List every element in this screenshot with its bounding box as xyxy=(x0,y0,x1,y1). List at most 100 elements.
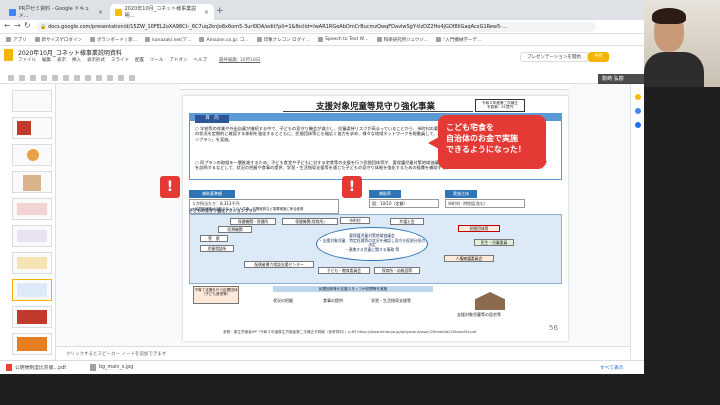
diagram-node: 警 察 xyxy=(200,235,228,242)
bookmark-item[interactable]: "入門機械学ーデ… xyxy=(436,37,481,43)
forward-icon[interactable]: → xyxy=(14,21,21,30)
slide-thumbnail[interactable]: 12 xyxy=(12,171,52,193)
url-text: docs.google.com/presentation/d/15ZW_10FE… xyxy=(48,24,508,30)
image-icon[interactable] xyxy=(96,74,102,81)
comment-icon[interactable] xyxy=(129,74,135,81)
textbox-icon[interactable] xyxy=(85,74,91,81)
purpose-label: 目 的 xyxy=(195,115,229,123)
download-item[interactable]: bg_main_s.jpg xyxy=(90,364,133,371)
slides-logo-icon[interactable] xyxy=(4,49,13,61)
slide-footer: 参照：厚生労働省HP「令和２年度厚生労働省第二次補正予算案（参考資料）」p.65… xyxy=(223,330,477,334)
bookmarks-bar: アプリ 新サイズゲロダイン ポランボード | 新… kanazaki.net/ア… xyxy=(0,34,720,46)
bookmark-icon xyxy=(318,37,324,42)
bookmark-icon xyxy=(34,37,40,42)
implementer-value: 市町村（特別区含む） xyxy=(445,199,525,208)
center-node: 要保護児童対策地域協議会 ・支援対象児童、特定妊婦等の状況を確認し見守る役割分担… xyxy=(316,227,428,261)
bookmark-item[interactable]: 印象ナレコン ログイ… xyxy=(256,37,310,43)
add-icon[interactable] xyxy=(8,74,14,81)
bookmark-item[interactable]: 新サイズゲロダイン xyxy=(34,37,82,43)
slide-thumbnail[interactable]: 9 xyxy=(12,90,52,112)
house-icon xyxy=(475,292,505,310)
back-icon[interactable]: ← xyxy=(4,21,11,30)
diagram-node: 医療機関 xyxy=(218,226,252,233)
tab-google-doc[interactable]: PR戸ゼミ資料 - Google ドキュメ… × xyxy=(4,4,108,20)
speaker-notes[interactable]: クリックするとスピーカー ノートを追加できます xyxy=(56,346,630,360)
slide-thumbnail-selected[interactable]: 16 xyxy=(12,279,52,301)
bottom-item: 学習・生活指導支援等 xyxy=(371,298,411,303)
close-icon[interactable]: × xyxy=(98,9,103,16)
tasks-icon[interactable] xyxy=(635,108,641,114)
tab-slides[interactable]: 2020年10月_コネット様事業説明… × xyxy=(110,4,214,20)
diagram-node: 市町村 xyxy=(340,217,370,224)
undo-icon[interactable] xyxy=(19,74,25,81)
bookmark-item[interactable]: Amazon.co.jp: コ… xyxy=(199,37,249,43)
bottom-item: 食事の提供 xyxy=(323,298,343,303)
menu-format[interactable]: 表示形式 xyxy=(87,57,105,63)
new-tab-button[interactable]: + xyxy=(216,6,224,16)
menu-edit[interactable]: 編集 xyxy=(42,57,51,63)
calendar-icon[interactable] xyxy=(635,122,641,128)
bottom-arrow-label: 民間団体等の支援スタッフが訪問等を実施 xyxy=(273,286,433,292)
menu-help[interactable]: ヘルプ xyxy=(194,57,208,63)
bookmark-icon xyxy=(89,37,95,42)
menu-insert[interactable]: 挿入 xyxy=(72,57,81,63)
diagram-node: 民生・児童委員 xyxy=(474,239,514,246)
reload-icon[interactable]: ↻ xyxy=(24,21,31,30)
alert-icon: ! xyxy=(342,176,362,198)
menu-file[interactable]: ファイル xyxy=(18,57,36,63)
menu-view[interactable]: 表示 xyxy=(57,57,66,63)
diagram-node: 弁護士会 xyxy=(390,218,424,225)
zoom-icon[interactable] xyxy=(63,74,69,81)
subsidy-label: 補助基準額 xyxy=(189,190,235,198)
ruler xyxy=(180,84,570,90)
slide-thumbnail[interactable]: 11 xyxy=(12,144,52,166)
bottom-item: 支援対象児童等の居宅等 xyxy=(457,312,501,317)
slide-thumbnail[interactable]: 15 xyxy=(12,252,52,274)
slide-thumbnail[interactable]: 14 xyxy=(12,225,52,247)
download-item[interactable]: 公明党制度比京版…pdf xyxy=(6,364,66,371)
menu-tools[interactable]: ツール xyxy=(150,57,164,63)
select-icon[interactable] xyxy=(74,74,80,81)
bookmark-item[interactable]: ポランボード | 新… xyxy=(89,37,137,43)
print-icon[interactable] xyxy=(41,74,47,81)
side-panel-rail xyxy=(630,84,644,360)
present-button[interactable]: プレゼンテーションを開始 xyxy=(520,52,588,62)
diagram-node: 民間団体等 xyxy=(458,225,500,232)
letterbox-bar xyxy=(0,374,720,405)
browser-tab-strip: PR戸ゼミ資料 - Google ドキュメ… × 2020年10月_コネット様事… xyxy=(0,0,720,20)
menu-arrange[interactable]: 配置 xyxy=(135,57,144,63)
thumbnail-image xyxy=(27,149,39,161)
line-icon[interactable] xyxy=(118,74,124,81)
slide-thumbnail[interactable]: 10 xyxy=(12,117,52,139)
bookmark-item[interactable]: Speech to Text W… xyxy=(318,37,369,42)
last-edit-link[interactable]: 最終編集: 10月18日 xyxy=(219,57,260,63)
diagram-node: 保健機関(保育所) xyxy=(282,218,338,225)
url-input[interactable]: 🔒 docs.google.com/presentation/d/15ZW_10… xyxy=(36,22,596,32)
slide-thumbnail[interactable]: 13 xyxy=(12,198,52,220)
redo-icon[interactable] xyxy=(30,74,36,81)
diagram-node: 児童相談所 xyxy=(200,245,234,252)
bookmark-item[interactable]: kanazaki.net/ア… xyxy=(145,37,191,43)
title-underline xyxy=(283,111,473,112)
slide-thumbnail[interactable]: 18 xyxy=(12,333,52,355)
amazon-icon xyxy=(199,37,205,42)
slide-thumbnail[interactable]: 17 xyxy=(12,306,52,328)
bookmark-item[interactable]: アプリ xyxy=(6,37,27,43)
keep-icon[interactable] xyxy=(635,94,641,100)
document-title[interactable]: 2020年10月_コネット様事業説明資料 xyxy=(18,48,122,57)
share-button[interactable]: 共有 xyxy=(588,52,609,62)
thumbnail-image xyxy=(17,257,47,269)
menu-addons[interactable]: アドオン xyxy=(170,57,188,63)
show-all-button[interactable]: すべて表示 xyxy=(600,364,623,371)
person-body xyxy=(644,52,704,87)
rate-value: 国：10/10（定額） xyxy=(369,199,439,208)
bookmark-icon xyxy=(256,37,262,42)
menu-slide[interactable]: スライド xyxy=(111,57,129,63)
thumbnail-image xyxy=(17,283,47,297)
shape-icon[interactable] xyxy=(107,74,113,81)
close-icon[interactable]: × xyxy=(204,9,209,16)
diagram-node: 保育所・幼稚園等 xyxy=(374,267,420,274)
lock-icon: 🔒 xyxy=(40,24,47,30)
paint-format-icon[interactable] xyxy=(52,74,58,81)
bookmark-item[interactable]: 和楽研究所ジュウジ… xyxy=(376,37,428,43)
